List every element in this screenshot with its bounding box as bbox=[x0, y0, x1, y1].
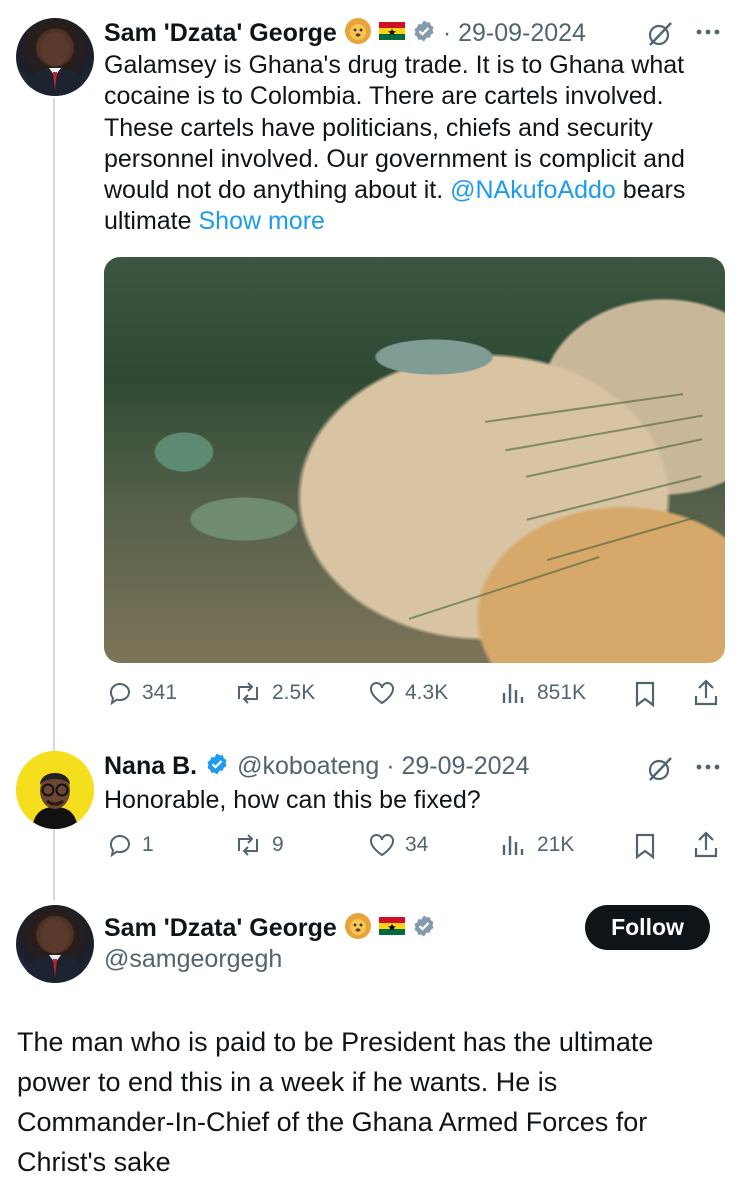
verified-badge-icon bbox=[412, 914, 436, 943]
author-handle[interactable]: @samgeorgegh bbox=[104, 945, 282, 974]
share-icon[interactable] bbox=[692, 678, 720, 714]
avatar[interactable] bbox=[16, 751, 94, 829]
reply-button[interactable]: 341 bbox=[107, 680, 177, 706]
view-count: 21K bbox=[537, 833, 575, 856]
like-count: 4.3K bbox=[405, 681, 449, 704]
follow-button[interactable]: Follow bbox=[585, 905, 710, 950]
main-tweet-header: Sam 'Dzata' George bbox=[104, 912, 436, 945]
views-button[interactable]: 21K bbox=[500, 832, 574, 858]
author-name[interactable]: Sam 'Dzata' George bbox=[104, 914, 337, 943]
tweet-header: Sam 'Dzata' George · 29-09-2024 bbox=[104, 17, 586, 50]
share-icon[interactable] bbox=[692, 830, 720, 866]
reply-icon bbox=[107, 832, 133, 858]
reply-text: Honorable, how can this be fixed? bbox=[104, 786, 481, 814]
bookmark-icon[interactable] bbox=[633, 832, 657, 866]
reply-icon bbox=[107, 680, 133, 706]
heart-icon bbox=[368, 832, 396, 858]
lion-emoji-icon bbox=[344, 912, 372, 945]
views-button[interactable]: 851K bbox=[500, 680, 586, 706]
avatar[interactable] bbox=[16, 18, 94, 96]
repost-count: 2.5K bbox=[272, 681, 316, 704]
grok-icon[interactable] bbox=[646, 20, 674, 53]
grok-icon[interactable] bbox=[646, 755, 674, 788]
lion-emoji-icon bbox=[344, 17, 372, 50]
bookmark-icon[interactable] bbox=[633, 680, 657, 714]
tweet-media-image[interactable] bbox=[104, 257, 725, 663]
reply-count: 341 bbox=[142, 681, 178, 704]
handle-and-date[interactable]: @koboateng · 29-09-2024 bbox=[237, 752, 529, 781]
show-more-link[interactable]: Show more bbox=[198, 207, 324, 235]
like-count: 34 bbox=[405, 833, 429, 856]
reply-button[interactable]: 1 bbox=[107, 832, 154, 858]
mention-link[interactable]: @NAkufoAddo bbox=[450, 176, 616, 204]
like-button[interactable]: 34 bbox=[368, 832, 428, 858]
author-name[interactable]: Nana B. bbox=[104, 752, 197, 781]
main-tweet-text: The man who is paid to be President has … bbox=[17, 1027, 654, 1177]
tweet-header: Nana B. @koboateng · 29-09-2024 bbox=[104, 752, 529, 781]
verified-badge-icon bbox=[205, 752, 229, 781]
like-button[interactable]: 4.3K bbox=[368, 680, 448, 706]
tweet-text: Galamsey is Ghana's drug trade. It is to… bbox=[104, 50, 714, 238]
ghana-flag-icon bbox=[378, 22, 405, 45]
repost-button[interactable]: 2.5K bbox=[233, 680, 315, 706]
more-options-icon[interactable] bbox=[693, 757, 723, 782]
views-icon bbox=[500, 832, 528, 858]
repost-button[interactable]: 9 bbox=[233, 832, 284, 858]
reply-count: 1 bbox=[142, 833, 154, 856]
more-options-icon[interactable] bbox=[693, 22, 723, 47]
author-name[interactable]: Sam 'Dzata' George bbox=[104, 19, 337, 48]
view-count: 851K bbox=[537, 681, 587, 704]
verified-badge-icon bbox=[412, 19, 436, 48]
repost-count: 9 bbox=[272, 833, 284, 856]
repost-icon bbox=[233, 680, 263, 706]
views-icon bbox=[500, 680, 528, 706]
ghana-flag-icon bbox=[378, 917, 405, 940]
tweet-date[interactable]: · 29-09-2024 bbox=[443, 19, 586, 48]
avatar[interactable] bbox=[16, 905, 94, 983]
heart-icon bbox=[368, 680, 396, 706]
repost-icon bbox=[233, 832, 263, 858]
